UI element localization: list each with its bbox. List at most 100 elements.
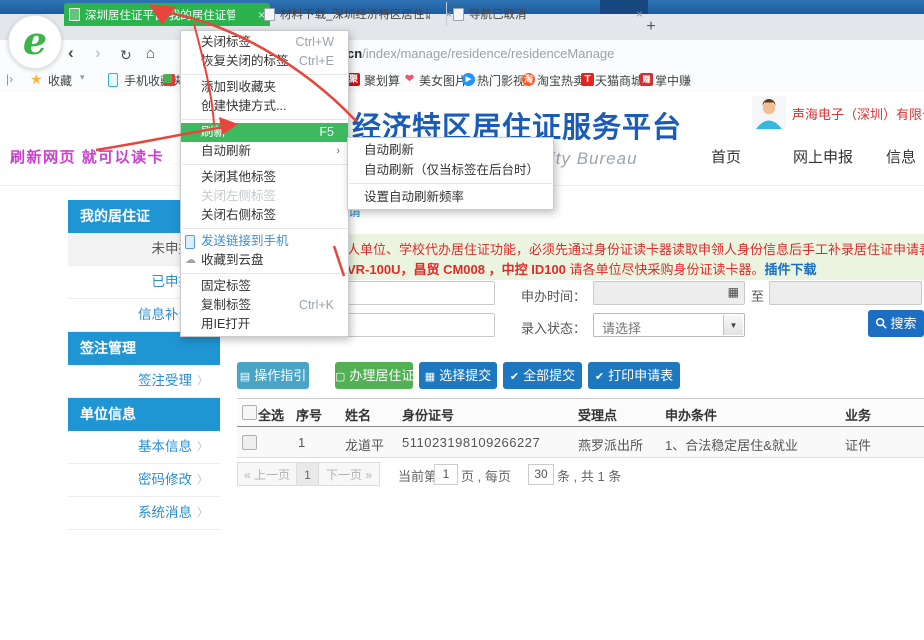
- dropdown-arrow-icon: ▼: [730, 321, 738, 330]
- logo-letter: e: [23, 18, 47, 63]
- sidebar-item-system-messages[interactable]: 系统消息〉: [68, 497, 220, 530]
- bookmark-tmall[interactable]: 天猫商城: [595, 72, 643, 89]
- submenu-arrow-icon: ›: [336, 142, 340, 161]
- select-all-checkbox[interactable]: [242, 405, 257, 420]
- refresh-icon[interactable]: ↻: [120, 44, 132, 66]
- logged-in-company[interactable]: 声海电子（深圳）有限公司: [792, 104, 924, 123]
- print-application-button[interactable]: ✔打印申请表: [588, 362, 680, 389]
- menu-item-add-to-favorites[interactable]: 添加到收藏夹: [181, 78, 348, 97]
- chevron-down-icon[interactable]: ▾: [80, 72, 85, 83]
- menu-item-send-link-to-phone[interactable]: 发送链接到手机: [181, 232, 348, 251]
- apply-time-end-input[interactable]: [769, 281, 922, 305]
- menu-item-pin-tab[interactable]: 固定标签: [181, 277, 348, 296]
- bookmark-taobao-hot[interactable]: 淘宝热卖: [537, 72, 585, 89]
- submenu-item-auto-refresh[interactable]: 自动刷新: [348, 140, 553, 160]
- mobile-favorites-button[interactable]: 手机收藏夹: [124, 72, 184, 89]
- entry-status-select[interactable]: 请选择 ▼: [593, 313, 745, 337]
- col-header-biz: 业务: [845, 405, 871, 424]
- menu-label: 自动刷新: [364, 143, 414, 157]
- annotation-note: 刷新网页 就可以读卡: [10, 146, 164, 167]
- bookmark-zhangzhongzhuan[interactable]: 掌中赚: [655, 72, 691, 89]
- tab-navigation-canceled[interactable]: 导航已取消 ×: [446, 2, 649, 26]
- bookmark-hot-movies[interactable]: 热门影视: [477, 72, 525, 89]
- nav-home[interactable]: 首页: [711, 146, 741, 167]
- tab-residence-platform[interactable]: 深圳居住证平台 我的居住证管理 ×: [64, 3, 270, 26]
- menu-label: 添加到收藏夹: [201, 80, 276, 94]
- select-value: 请选择: [602, 318, 641, 337]
- bookmark-beauty-pics[interactable]: 美女图片: [419, 72, 467, 89]
- submenu-item-set-refresh-rate[interactable]: 设置自动刷新频率: [348, 187, 553, 207]
- favicon[interactable]: [163, 74, 175, 86]
- menu-item-refresh[interactable]: 刷新F5: [181, 123, 348, 142]
- table-header-row: 全选 序号 姓名 身份证号 受理点 申办条件 业务: [237, 398, 924, 428]
- apply-time-start-input[interactable]: ▦: [593, 281, 745, 305]
- menu-separator: [182, 164, 347, 165]
- menu-item-close-right-tabs[interactable]: 关闭右侧标签: [181, 206, 348, 225]
- search-button-label: 搜索: [890, 316, 916, 331]
- button-label: 办理居住证: [349, 368, 414, 383]
- menu-label: 恢复关闭的标签: [201, 54, 289, 68]
- cell-biz: 证件: [845, 435, 871, 454]
- nav-info[interactable]: 信息: [886, 146, 916, 167]
- submit-all-button[interactable]: ✔全部提交: [503, 362, 582, 389]
- address-bar[interactable]: cn/index/manage/residence/residenceManag…: [347, 46, 614, 61]
- cell-name: 龙道平: [345, 435, 384, 454]
- button-label: 全部提交: [523, 368, 575, 383]
- nav-online-declare[interactable]: 网上申报: [793, 146, 853, 167]
- sidebar-item-basic-info[interactable]: 基本信息〉: [68, 431, 220, 464]
- new-tab-button[interactable]: +: [640, 16, 662, 38]
- row-checkbox[interactable]: [242, 435, 257, 450]
- dropdown-button[interactable]: ▼: [723, 315, 743, 335]
- calendar-icon[interactable]: ▦: [728, 285, 739, 299]
- sidebar-item-label: 系统消息: [138, 505, 192, 520]
- sidebar-item-password-change[interactable]: 密码修改〉: [68, 464, 220, 497]
- page-subtitle: ity Bureau: [551, 149, 638, 169]
- chevron-right-icon: 〉: [197, 464, 208, 496]
- menu-label: 关闭左侧标签: [201, 189, 276, 203]
- plugin-download-link[interactable]: 插件下载: [765, 262, 817, 277]
- menu-item-duplicate-tab[interactable]: 复制标签Ctrl+K: [181, 296, 348, 315]
- page-icon: [453, 8, 464, 21]
- menu-item-open-in-ie[interactable]: 用IE打开: [181, 315, 348, 334]
- button-label: 选择提交: [439, 368, 491, 383]
- table-row[interactable]: 1 龙道平 511023198109266227 燕罗派出所 1、合法稳定居住&…: [237, 427, 924, 458]
- submit-selected-button[interactable]: ▦选择提交: [419, 362, 497, 389]
- menu-item-close-tab[interactable]: 关闭标签Ctrl+W: [181, 33, 348, 52]
- current-page-box: 1: [434, 464, 458, 485]
- reader-models: VR-100U，昌贸 CM008 ，中控 ID100: [347, 262, 566, 277]
- menu-item-close-other-tabs[interactable]: 关闭其他标签: [181, 168, 348, 187]
- forward-icon[interactable]: ›: [95, 42, 101, 64]
- search-button[interactable]: 搜索: [868, 310, 924, 337]
- menu-item-create-shortcut[interactable]: 创建快捷方式...: [181, 97, 348, 116]
- menu-item-restore-closed-tab[interactable]: 恢复关闭的标签Ctrl+E: [181, 52, 348, 71]
- back-icon[interactable]: ‹: [68, 42, 74, 64]
- menu-label: 设置自动刷新频率: [364, 190, 464, 204]
- shortcut: Ctrl+W: [295, 33, 334, 52]
- menu-label: 用IE打开: [201, 317, 250, 331]
- menu-item-close-left-tabs: 关闭左侧标签: [181, 187, 348, 206]
- button-label: 打印申请表: [608, 368, 673, 383]
- tab-material-download[interactable]: 材料下载_深圳经济特区居住证 ×: [258, 2, 458, 26]
- browser-logo-icon[interactable]: e: [8, 15, 62, 69]
- menu-item-save-to-cloud[interactable]: ☁收藏到云盘: [181, 251, 348, 270]
- prev-page-button[interactable]: « 上一页: [237, 462, 297, 486]
- bookmark-juhuasuan[interactable]: 聚划算: [364, 72, 400, 89]
- url-path: /index/manage/residence/residenceManage: [362, 46, 614, 61]
- zhangzhongzhuan-icon: 赚: [640, 73, 653, 86]
- next-page-button[interactable]: 下一页 »: [318, 462, 380, 486]
- page-number-button[interactable]: 1: [296, 462, 319, 486]
- menu-item-auto-refresh[interactable]: 自动刷新 ›: [181, 142, 348, 161]
- home-icon[interactable]: ⌂: [146, 43, 155, 65]
- guide-icon: ▤: [240, 371, 250, 383]
- browser-window: 深圳居住证平台 我的居住证管理 × 材料下载_深圳经济特区居住证 × 导航已取消…: [0, 0, 924, 640]
- favorites-button[interactable]: 收藏: [48, 72, 72, 89]
- apply-permit-button[interactable]: ▢办理居住证: [335, 362, 413, 389]
- entry-status-label: 录入状态：: [521, 318, 586, 337]
- menu-label: 自动刷新: [201, 144, 251, 158]
- sidebar-item-visa-accept[interactable]: 签注受理〉: [68, 365, 220, 398]
- operation-guide-button[interactable]: ▤操作指引: [237, 362, 309, 389]
- submenu-item-auto-refresh-background[interactable]: 自动刷新（仅当标签在后台时）: [348, 160, 553, 180]
- menu-label: 发送链接到手机: [201, 234, 289, 248]
- col-header-id: 身份证号: [402, 405, 454, 424]
- sidebar-expander-icon[interactable]: |›: [6, 72, 13, 86]
